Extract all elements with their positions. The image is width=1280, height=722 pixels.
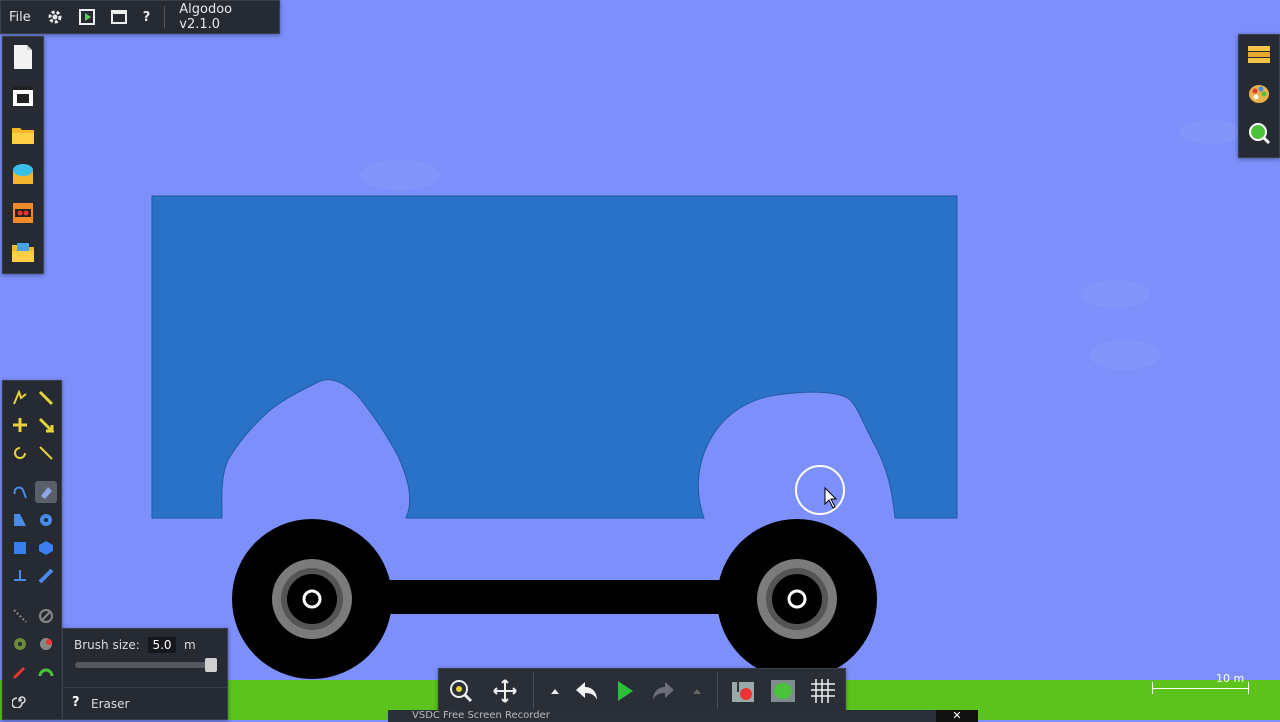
pencil-icon[interactable] xyxy=(35,387,57,409)
scene-canvas[interactable] xyxy=(0,0,1280,720)
file-panel xyxy=(2,36,44,274)
move-tool-icon[interactable] xyxy=(9,414,31,436)
hinge-tool-icon[interactable] xyxy=(9,633,31,655)
scale-line xyxy=(1152,688,1248,689)
tool-name-label: Eraser xyxy=(91,697,130,711)
close-icon[interactable]: ✕ xyxy=(936,710,978,722)
rotate-tool-icon[interactable] xyxy=(9,442,31,464)
air-friction-icon[interactable] xyxy=(769,677,797,705)
eraser-cursor xyxy=(795,465,845,515)
gravity-icon[interactable] xyxy=(729,677,757,705)
pan-icon[interactable] xyxy=(491,677,519,705)
polygon-tool-icon[interactable] xyxy=(35,537,57,559)
right-panel xyxy=(1238,34,1280,158)
tracer-tool-icon[interactable] xyxy=(9,661,31,683)
gear-tool-icon[interactable] xyxy=(35,509,57,531)
redo-icon[interactable] xyxy=(649,677,677,705)
window-icon[interactable] xyxy=(103,1,135,33)
eroded-box xyxy=(151,195,958,519)
scale-tick-left xyxy=(1152,682,1153,694)
cut-tool-icon[interactable] xyxy=(9,481,31,503)
drag-tool-icon[interactable] xyxy=(35,414,57,436)
scale-tool-icon[interactable] xyxy=(35,442,57,464)
thruster-tool-icon[interactable] xyxy=(35,633,57,655)
tool-help-icon[interactable]: ? xyxy=(72,695,80,710)
play-icon[interactable] xyxy=(611,677,639,705)
eraser-tool-icon[interactable] xyxy=(35,481,57,503)
top-menu-bar: File ? Algodoo v2.1.0 xyxy=(0,0,280,34)
plane-tool-icon[interactable] xyxy=(9,565,31,587)
box-tool-icon[interactable] xyxy=(9,537,31,559)
menu-separator xyxy=(164,6,166,28)
chain-tool-icon[interactable] xyxy=(35,565,57,587)
algobox-icon[interactable] xyxy=(3,154,43,193)
gear-icon[interactable] xyxy=(39,1,71,33)
zoom-green-icon[interactable] xyxy=(1239,113,1279,152)
version-label: Algodoo v2.1.0 xyxy=(179,2,233,32)
recorder-window-bar: VSDC Free Screen Recorder ✕ xyxy=(388,710,978,722)
slider-handle[interactable] xyxy=(205,658,217,672)
scale-label: 10 m xyxy=(1216,672,1245,685)
brush-size-slider[interactable] xyxy=(75,658,217,672)
open-folder-icon[interactable] xyxy=(3,115,43,154)
chevron-up-icon[interactable] xyxy=(541,677,569,705)
simulation-bar xyxy=(438,668,846,714)
panel-divider xyxy=(63,687,227,688)
palette-icon[interactable] xyxy=(1239,74,1279,113)
file-menu[interactable]: File xyxy=(1,1,39,33)
laser-tool-icon[interactable] xyxy=(35,661,57,683)
grid-icon[interactable] xyxy=(809,677,837,705)
tool-panel xyxy=(2,380,62,720)
left-wheel xyxy=(232,519,392,679)
zoom-icon[interactable] xyxy=(447,677,475,705)
right-wheel xyxy=(717,519,877,679)
brush-size-unit: m xyxy=(184,638,196,652)
brush-tool-icon[interactable] xyxy=(9,509,31,531)
spring-tool-icon[interactable] xyxy=(9,605,31,627)
help-icon[interactable]: ? xyxy=(135,1,159,33)
scale-indicator: 10 m xyxy=(1150,672,1250,696)
scale-tick-right xyxy=(1248,682,1249,694)
sketch-tool-icon[interactable] xyxy=(9,387,31,409)
fixate-tool-icon[interactable] xyxy=(35,605,57,627)
chevron-up-disabled-icon[interactable] xyxy=(683,677,711,705)
phunbox-icon[interactable] xyxy=(3,193,43,232)
layers-icon[interactable] xyxy=(1239,35,1279,74)
save-folder-icon[interactable] xyxy=(3,232,43,271)
brush-options-panel: Brush size: 5.0 m ? Eraser xyxy=(62,628,228,720)
recorder-title: VSDC Free Screen Recorder xyxy=(412,710,550,721)
brush-size-input[interactable]: 5.0 xyxy=(148,637,176,653)
play-square-icon[interactable] xyxy=(71,1,103,33)
bar-separator-2 xyxy=(717,673,718,709)
undo-icon[interactable] xyxy=(573,677,601,705)
blank-scene-icon[interactable] xyxy=(3,76,43,115)
spiral-tool-icon[interactable] xyxy=(9,689,31,711)
bar-separator xyxy=(533,673,534,709)
new-scene-icon[interactable] xyxy=(3,37,43,76)
brush-size-label: Brush size: xyxy=(74,638,140,652)
